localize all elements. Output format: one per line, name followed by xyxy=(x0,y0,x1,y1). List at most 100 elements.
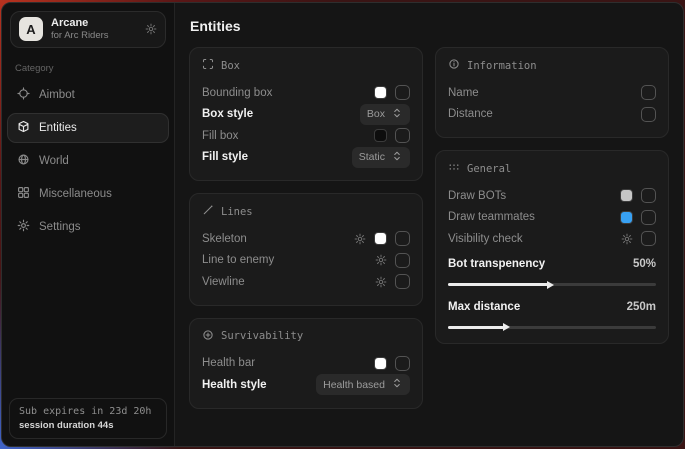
card-title: Information xyxy=(467,60,537,72)
setting-label: Draw BOTs xyxy=(448,190,506,202)
color-swatch[interactable] xyxy=(374,232,387,245)
dropdown-value: Health based xyxy=(323,379,385,391)
setting-label: Max distance xyxy=(448,301,520,313)
session-duration-text: session duration 44s xyxy=(19,420,157,431)
card-box: Box Bounding box Box style Box xyxy=(189,47,423,181)
setting-label: Health style xyxy=(202,379,267,391)
checkbox[interactable] xyxy=(641,231,656,246)
slider-row: Bot transpenency 50% xyxy=(448,254,656,276)
info-icon xyxy=(448,58,460,73)
setting-label: Distance xyxy=(448,108,493,120)
card-lines: Lines Skeleton Line to enemy xyxy=(189,193,423,306)
setting-label: Health bar xyxy=(202,357,255,369)
checkbox[interactable] xyxy=(395,356,410,371)
slider-fill xyxy=(448,326,504,329)
setting-row: Visibility check xyxy=(448,228,656,250)
checkbox[interactable] xyxy=(395,128,410,143)
setting-row: Fill box xyxy=(202,125,410,147)
box-select-icon xyxy=(202,58,214,73)
slider-fill xyxy=(448,283,548,286)
setting-label: Draw teammates xyxy=(448,211,535,223)
setting-label: Line to enemy xyxy=(202,254,274,266)
health-style-dropdown[interactable]: Health based xyxy=(316,374,410,395)
bot-transparency-slider[interactable] xyxy=(448,283,656,286)
sidebar-item-miscellaneous[interactable]: Miscellaneous xyxy=(7,179,169,209)
color-swatch[interactable] xyxy=(620,211,633,224)
sidebar-item-settings[interactable]: Settings xyxy=(7,212,169,242)
slider-value: 50% xyxy=(633,258,656,270)
color-swatch[interactable] xyxy=(374,129,387,142)
setting-label: Fill box xyxy=(202,130,238,142)
slider-thumb[interactable] xyxy=(547,281,554,289)
sidebar-item-aimbot[interactable]: Aimbot xyxy=(7,80,169,110)
sidebar-item-world[interactable]: World xyxy=(7,146,169,176)
setting-label: Visibility check xyxy=(448,233,523,245)
chevron-up-down-icon xyxy=(391,377,403,392)
setting-label: Name xyxy=(448,87,479,99)
setting-row: Draw BOTs xyxy=(448,185,656,207)
card-title: Box xyxy=(221,60,240,72)
setting-row: Line to enemy xyxy=(202,250,410,272)
box-style-dropdown[interactable]: Box xyxy=(360,104,410,125)
dropdown-value: Box xyxy=(367,108,385,120)
line-icon xyxy=(202,204,214,219)
app-logo: A xyxy=(19,17,43,41)
color-swatch[interactable] xyxy=(620,189,633,202)
gear-icon[interactable] xyxy=(354,233,366,245)
app-window: A Arcane for Arc Riders Category Aimbot … xyxy=(1,2,684,447)
app-subtitle: for Arc Riders xyxy=(51,30,109,41)
checkbox[interactable] xyxy=(641,107,656,122)
globe-icon xyxy=(17,153,30,169)
grid-icon xyxy=(17,186,30,202)
color-swatch[interactable] xyxy=(374,357,387,370)
sidebar-item-entities[interactable]: Entities xyxy=(7,113,169,143)
setting-row: Draw teammates xyxy=(448,207,656,229)
setting-row: Viewline xyxy=(202,271,410,293)
gear-icon[interactable] xyxy=(621,233,633,245)
checkbox[interactable] xyxy=(395,274,410,289)
sidebar: A Arcane for Arc Riders Category Aimbot … xyxy=(2,3,175,446)
checkbox[interactable] xyxy=(395,253,410,268)
setting-row: Skeleton xyxy=(202,228,410,250)
setting-label: Bounding box xyxy=(202,87,272,99)
card-survivability: Survivability Health bar Health style He… xyxy=(189,318,423,409)
card-title: General xyxy=(467,163,511,175)
setting-row: Health bar xyxy=(202,353,410,375)
logo-card: A Arcane for Arc Riders xyxy=(10,11,166,48)
card-title: Lines xyxy=(221,206,253,218)
slider-value: 250m xyxy=(627,301,656,313)
setting-row: Name xyxy=(448,82,656,104)
checkbox[interactable] xyxy=(395,231,410,246)
sidebar-nav: Aimbot Entities World Miscellaneous Sett… xyxy=(2,77,174,242)
checkbox[interactable] xyxy=(641,210,656,225)
sidebar-item-label: World xyxy=(39,155,69,167)
slider-thumb[interactable] xyxy=(503,323,510,331)
setting-row: Fill style Static xyxy=(202,147,410,169)
sidebar-item-label: Entities xyxy=(39,122,77,134)
category-label: Category xyxy=(15,63,174,74)
gear-icon[interactable] xyxy=(375,276,387,288)
checkbox[interactable] xyxy=(641,85,656,100)
checkbox[interactable] xyxy=(395,85,410,100)
fill-style-dropdown[interactable]: Static xyxy=(352,147,410,168)
sidebar-item-label: Aimbot xyxy=(39,89,75,101)
gear-icon[interactable] xyxy=(375,254,387,266)
setting-row: Bounding box xyxy=(202,82,410,104)
health-icon xyxy=(202,329,214,344)
setting-row: Box style Box xyxy=(202,104,410,126)
chevron-up-down-icon xyxy=(391,107,403,122)
chevron-up-down-icon xyxy=(391,150,403,165)
sub-expiry-text: Sub expires in 23d 20h xyxy=(19,406,157,417)
checkbox[interactable] xyxy=(641,188,656,203)
subscription-info: Sub expires in 23d 20h session duration … xyxy=(9,398,167,439)
max-distance-slider[interactable] xyxy=(448,326,656,329)
setting-label: Box style xyxy=(202,108,253,120)
setting-row: Distance xyxy=(448,104,656,126)
slider-row: Max distance 250m xyxy=(448,296,656,318)
dots-grid-icon xyxy=(448,161,460,176)
setting-label: Fill style xyxy=(202,151,248,163)
color-swatch[interactable] xyxy=(374,86,387,99)
sidebar-item-label: Miscellaneous xyxy=(39,188,112,200)
gear-icon[interactable] xyxy=(145,23,157,35)
setting-label: Skeleton xyxy=(202,233,247,245)
